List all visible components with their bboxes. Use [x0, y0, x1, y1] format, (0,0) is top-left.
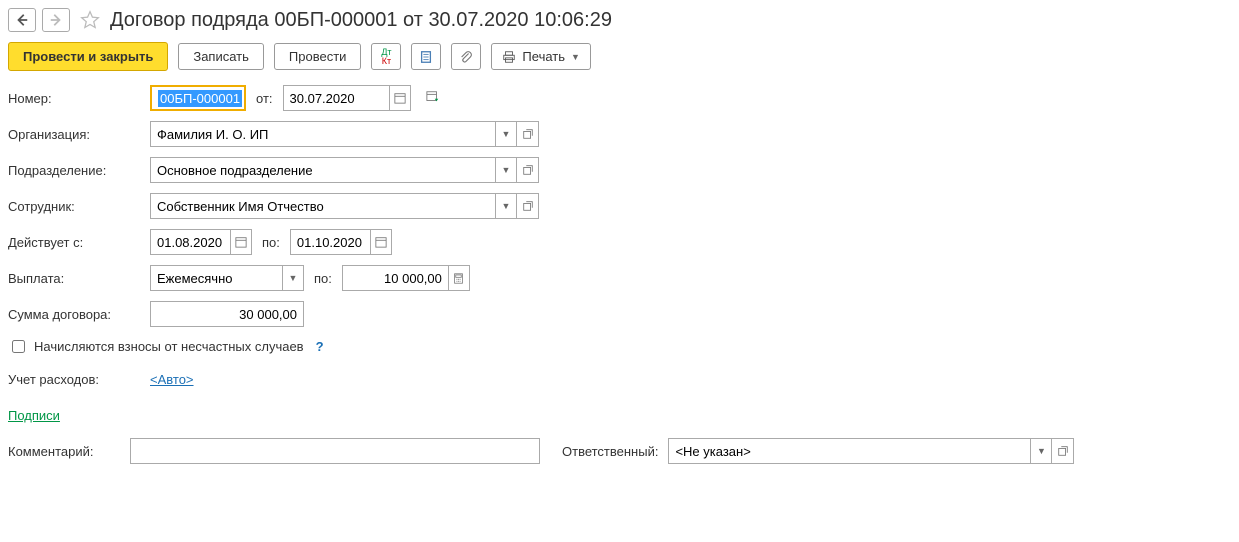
department-dropdown-button[interactable]: ▼	[495, 157, 517, 183]
department-label: Подразделение:	[8, 163, 150, 178]
save-button[interactable]: Записать	[178, 43, 264, 70]
payout-calculator-button[interactable]	[448, 265, 470, 291]
total-amount-input[interactable]	[150, 301, 304, 327]
date-calendar-button[interactable]	[389, 85, 411, 111]
open-icon	[522, 164, 534, 176]
favorite-star-icon[interactable]	[80, 10, 100, 30]
number-input[interactable]: 00БП-000001	[150, 85, 246, 111]
department-open-button[interactable]	[517, 157, 539, 183]
print-label: Печать	[522, 49, 565, 64]
employee-label: Сотрудник:	[8, 199, 150, 214]
document-icon	[419, 50, 433, 64]
post-and-close-button[interactable]: Провести и закрыть	[8, 42, 168, 71]
department-input[interactable]	[150, 157, 495, 183]
organization-open-button[interactable]	[517, 121, 539, 147]
open-icon	[522, 200, 534, 212]
signatures-link[interactable]: Подписи	[8, 408, 60, 423]
responsible-input[interactable]	[668, 438, 1030, 464]
organization-label: Организация:	[8, 127, 150, 142]
payout-frequency-dropdown-button[interactable]: ▼	[282, 265, 304, 291]
employee-open-button[interactable]	[517, 193, 539, 219]
responsible-label: Ответственный:	[562, 444, 658, 459]
valid-to-input[interactable]	[290, 229, 370, 255]
chevron-down-icon: ▼	[502, 165, 511, 175]
payout-amount-input[interactable]	[342, 265, 448, 291]
accident-contributions-checkbox[interactable]	[12, 340, 25, 353]
payout-frequency-input[interactable]	[150, 265, 282, 291]
valid-to-calendar-button[interactable]	[370, 229, 392, 255]
chevron-down-icon: ▼	[1037, 446, 1046, 456]
arrow-right-icon	[49, 13, 63, 27]
expense-auto-link[interactable]: <Авто>	[150, 372, 194, 387]
page-title: Договор подряда 00БП-000001 от 30.07.202…	[110, 9, 612, 32]
expense-accounting-label: Учет расходов:	[8, 372, 150, 387]
calendar-icon	[375, 236, 387, 248]
calculator-icon	[453, 273, 464, 284]
chevron-down-icon: ▼	[289, 273, 298, 283]
arrow-left-icon	[15, 13, 29, 27]
help-icon[interactable]: ?	[316, 339, 324, 354]
employee-input[interactable]	[150, 193, 495, 219]
nav-forward-button[interactable]	[42, 8, 70, 32]
calendar-icon	[235, 236, 247, 248]
calendar-icon	[394, 92, 406, 104]
open-icon	[1057, 445, 1069, 457]
chevron-down-icon: ▼	[502, 129, 511, 139]
dt-kt-button[interactable]: ДтКт	[371, 43, 401, 70]
organization-input[interactable]	[150, 121, 495, 147]
payout-to-label: по:	[314, 271, 332, 286]
valid-from-input[interactable]	[150, 229, 230, 255]
comment-label: Комментарий:	[8, 444, 120, 459]
chevron-down-icon: ▼	[502, 201, 511, 211]
payout-label: Выплата:	[8, 271, 150, 286]
valid-from-calendar-button[interactable]	[230, 229, 252, 255]
responsible-dropdown-button[interactable]: ▼	[1030, 438, 1052, 464]
post-button[interactable]: Провести	[274, 43, 362, 70]
responsible-open-button[interactable]	[1052, 438, 1074, 464]
chevron-down-icon: ▼	[571, 52, 580, 62]
print-button[interactable]: Печать ▼	[491, 43, 591, 70]
comment-input[interactable]	[130, 438, 540, 464]
employee-dropdown-button[interactable]: ▼	[495, 193, 517, 219]
paperclip-icon	[459, 50, 473, 64]
organization-dropdown-button[interactable]: ▼	[495, 121, 517, 147]
printer-icon	[502, 50, 516, 64]
report-button[interactable]	[411, 43, 441, 70]
number-label: Номер:	[8, 91, 150, 106]
date-input[interactable]	[283, 85, 389, 111]
to-label: по:	[262, 235, 280, 250]
total-label: Сумма договора:	[8, 307, 150, 322]
accident-contributions-label: Начисляются взносы от несчастных случаев	[34, 339, 304, 354]
open-icon	[522, 128, 534, 140]
dt-kt-icon: ДтКт	[381, 48, 391, 66]
calendar-event-icon[interactable]	[425, 90, 441, 107]
valid-from-label: Действует с:	[8, 235, 150, 250]
attach-button[interactable]	[451, 43, 481, 70]
nav-back-button[interactable]	[8, 8, 36, 32]
from-label: от:	[256, 91, 273, 106]
